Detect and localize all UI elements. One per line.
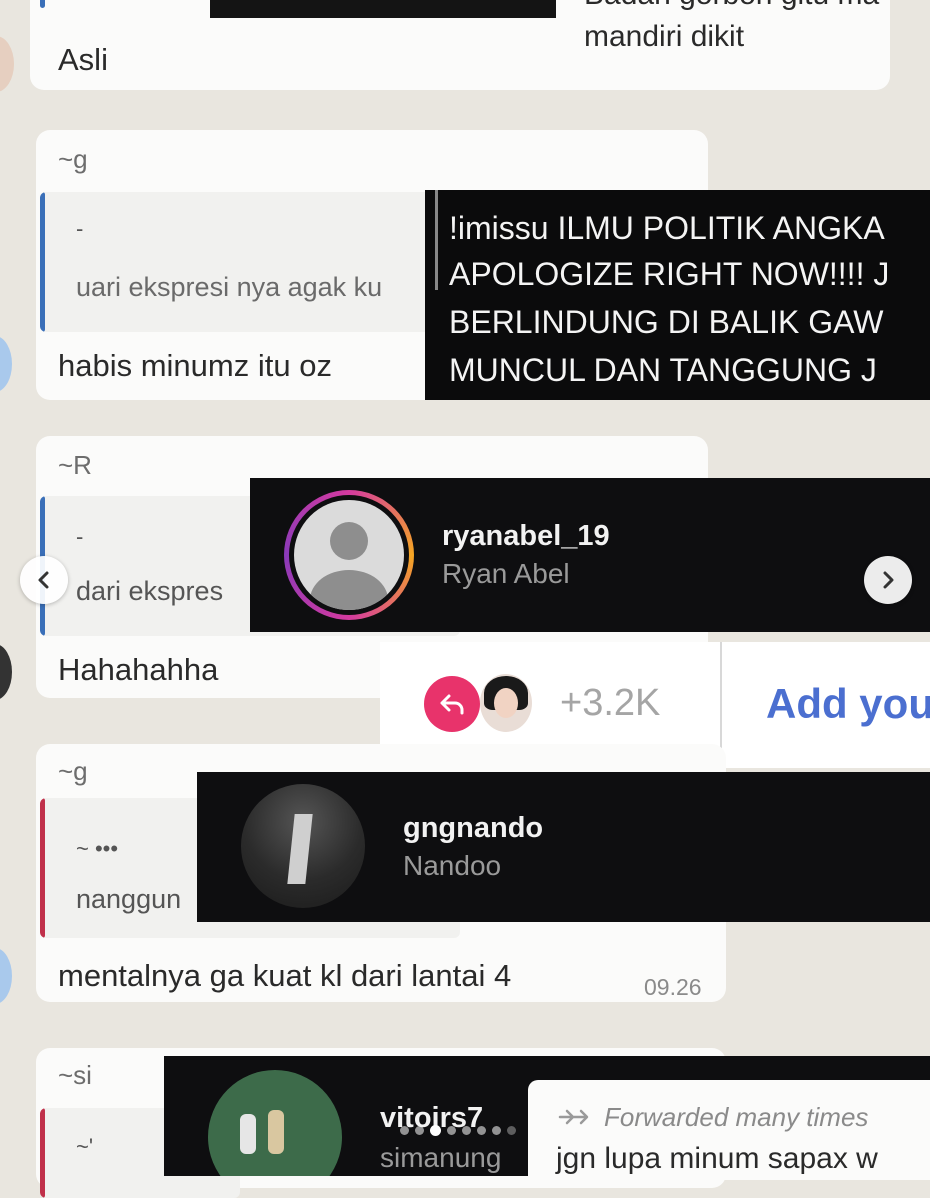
reply-text-line-2: mandiri dikit — [584, 20, 745, 53]
profile-display-name: simanung — [380, 1142, 502, 1173]
quoted-image-thumbnail — [210, 0, 556, 18]
chevron-left-icon — [38, 571, 49, 589]
forwarded-bubble[interactable]: Forwarded many times jgn lupa minum sapa… — [528, 1080, 930, 1180]
quoted-message[interactable]: - uari ekspresi nya agak ku — [40, 192, 460, 332]
overlay-divider — [435, 190, 438, 290]
carousel-dot[interactable] — [415, 1126, 424, 1135]
forwarded-text: jgn lupa minum sapax w — [556, 1142, 878, 1175]
carousel-dot[interactable] — [507, 1126, 516, 1135]
overlay-line-2: APOLOGIZE RIGHT NOW!!!! J — [449, 256, 890, 292]
profile-display-name: Nandoo — [403, 850, 502, 881]
avatar-shirt — [287, 814, 313, 884]
liker-face — [494, 688, 518, 718]
message-text: habis minumz itu oz — [58, 348, 332, 383]
quote-text: dari ekspres — [76, 576, 224, 606]
add-comment-button[interactable]: Add you — [766, 680, 930, 728]
reply-arrow-icon — [440, 694, 464, 715]
reply-button[interactable] — [424, 676, 480, 732]
avatar[interactable] — [208, 1070, 342, 1176]
forwarded-icon — [558, 1109, 589, 1125]
quote-bar — [40, 1108, 45, 1198]
message-text: Hahahahha — [58, 652, 219, 687]
quote-author: ~ ••• — [76, 836, 119, 861]
message-bubble-1[interactable]: Asli Badan gorbon gitu ma mandiri dikit — [30, 0, 890, 90]
edge-avatar-3 — [0, 644, 12, 700]
sender-name: ~si — [58, 1060, 92, 1090]
quote-author: - — [76, 216, 84, 241]
carousel-dot[interactable] — [462, 1126, 471, 1135]
avatar-figure-1 — [240, 1114, 256, 1154]
profile-card-ryanabel[interactable]: ryanabel_19 Ryan Abel — [250, 478, 930, 632]
chevron-right-icon — [883, 571, 894, 589]
quote-text: nanggun — [76, 884, 182, 914]
profile-username[interactable]: ryanabel_19 — [442, 520, 610, 553]
carousel-dots — [400, 1124, 540, 1138]
post-text-overlay: !imissu ILMU POLITIK ANGKA APOLOGIZE RIG… — [425, 190, 930, 400]
avatar-body — [310, 570, 388, 610]
forwarded-label: Forwarded many times — [604, 1102, 869, 1132]
profile-username[interactable]: gngnando — [403, 812, 543, 845]
carousel-next-button[interactable] — [864, 556, 912, 604]
edge-avatar-1 — [0, 36, 14, 92]
message-time: 09.26 — [644, 974, 702, 1000]
overlay-line-1: !imissu ILMU POLITIK ANGKA — [449, 210, 885, 246]
message-text: mentalnya ga kuat kl dari lantai 4 — [58, 958, 512, 993]
overlay-line-4: MUNCUL DAN TANGGUNG J — [449, 352, 877, 388]
avatar — [289, 495, 409, 615]
edge-avatar-4 — [0, 948, 12, 1004]
profile-display-name: Ryan Abel — [442, 558, 570, 589]
overlay-line-3: BERLINDUNG DI BALIK GAW — [449, 304, 884, 340]
sender-name: ~R — [58, 450, 92, 480]
quote-author: ~' — [76, 1134, 94, 1159]
carousel-dot[interactable] — [447, 1126, 456, 1135]
carousel-dot[interactable] — [477, 1126, 486, 1135]
profile-card-gngnando[interactable]: gngnando Nandoo — [197, 772, 930, 922]
default-avatar-icon — [294, 500, 404, 610]
like-count: +3.2K — [560, 682, 661, 724]
quote-bar — [40, 798, 45, 938]
sender-name: ~g — [58, 756, 88, 786]
avatar-figure-2 — [268, 1110, 284, 1154]
avatar-story-ring[interactable] — [284, 490, 414, 620]
quote-author: - — [76, 524, 84, 549]
carousel-dot[interactable] — [400, 1126, 409, 1135]
quote-bar-top — [40, 0, 45, 8]
message-text: Asli — [58, 42, 108, 77]
carousel-dot[interactable] — [492, 1126, 501, 1135]
sender-name: ~g — [58, 144, 88, 174]
carousel-prev-button[interactable] — [20, 556, 68, 604]
avatar[interactable] — [241, 784, 365, 908]
edge-avatar-2 — [0, 336, 12, 392]
avatar-head — [330, 522, 368, 560]
carousel-dot-active[interactable] — [430, 1125, 441, 1136]
quote-bar — [40, 192, 45, 332]
reply-text-line-1: Badan gorbon gitu ma — [584, 0, 879, 12]
liker-avatar — [480, 674, 532, 732]
quote-text: uari ekspresi nya agak ku — [76, 272, 383, 302]
